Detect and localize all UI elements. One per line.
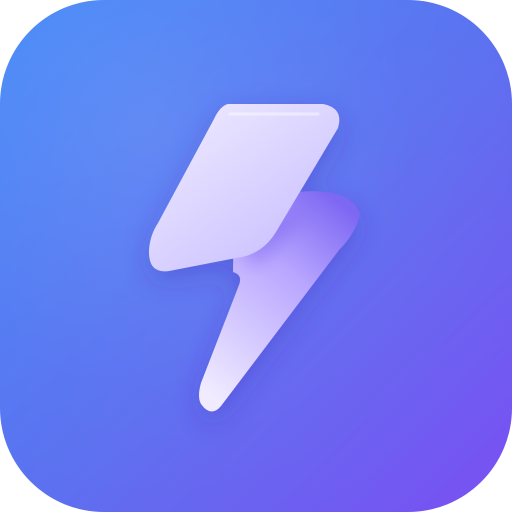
lightning-bolt-app-icon	[0, 0, 512, 512]
app-icon-canvas	[0, 0, 512, 512]
